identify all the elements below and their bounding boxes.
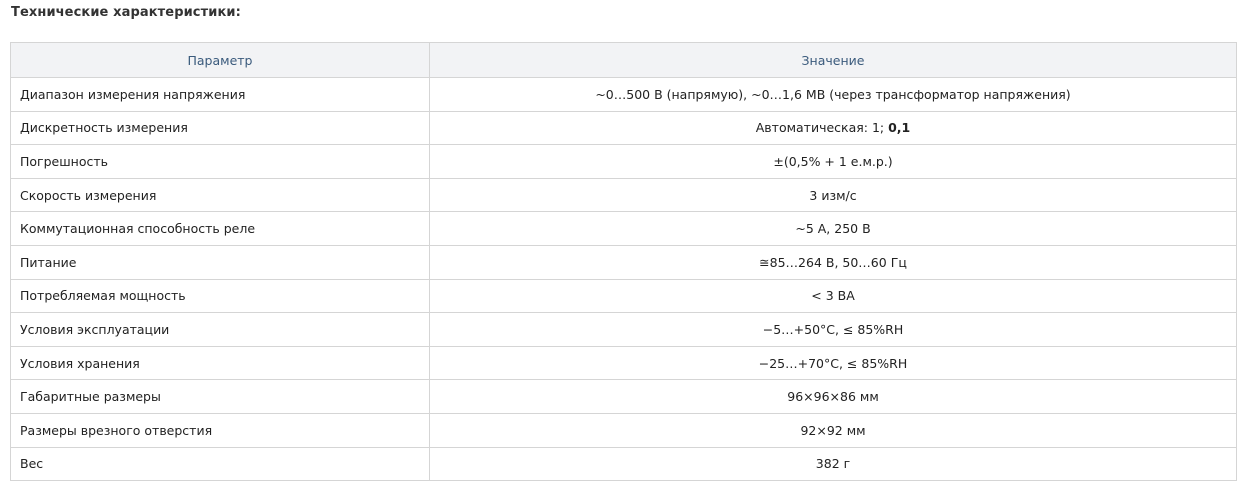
param-cell: Размеры врезного отверстия: [10, 412, 430, 448]
table-row: Погрешность ±(0,5% + 1 е.м.р.): [10, 144, 1237, 179]
param-cell: Вес: [10, 446, 430, 482]
value-cell: Автоматическая: 1; 0,1: [429, 110, 1237, 146]
value-cell: 382 г: [429, 446, 1237, 482]
param-cell: Скорость измерения: [10, 177, 430, 213]
value-cell: 96×96×86 мм: [429, 379, 1237, 414]
param-cell: Диапазон измерения напряжения: [10, 77, 430, 112]
table-row: Размеры врезного отверстия 92×92 мм: [10, 412, 1237, 448]
table-row: Коммутационная способность реле ~5 А, 25…: [10, 211, 1237, 246]
value-text: Автоматическая: 1;: [755, 120, 889, 136]
value-bold-text: 0,1: [888, 120, 911, 136]
param-cell: Габаритные размеры: [10, 379, 430, 414]
value-cell: ≅85…264 В, 50…60 Гц: [429, 244, 1237, 280]
value-cell: ~5 А, 250 В: [429, 211, 1237, 246]
section-title: Технические характеристики:: [11, 5, 241, 20]
value-cell: ~0…500 В (напрямую), ~0…1,6 МВ (через тр…: [429, 77, 1237, 112]
table-row: Габаритные размеры 96×96×86 мм: [10, 379, 1237, 414]
param-cell: Питание: [10, 244, 430, 280]
table-row: Скорость измерения 3 изм/с: [10, 177, 1237, 213]
value-cell: ±(0,5% + 1 е.м.р.): [429, 144, 1237, 179]
value-cell: < 3 ВА: [429, 278, 1237, 314]
header-parameter: Параметр: [10, 42, 430, 78]
value-cell: 3 изм/с: [429, 177, 1237, 213]
param-cell: Погрешность: [10, 144, 430, 179]
table-row: Условия эксплуатации −5…+50°C, ≤ 85%RH: [10, 312, 1237, 347]
param-cell: Дискретность измерения: [10, 110, 430, 146]
value-cell: 92×92 мм: [429, 412, 1237, 448]
param-cell: Условия эксплуатации: [10, 312, 430, 347]
param-cell: Потребляемая мощность: [10, 278, 430, 314]
table-row: Дискретность измерения Автоматическая: 1…: [10, 110, 1237, 146]
header-value: Значение: [429, 42, 1237, 78]
table-row: Условия хранения −25…+70°C, ≤ 85%RH: [10, 345, 1237, 381]
specifications-table: Параметр Значение Диапазон измерения нап…: [10, 42, 1237, 482]
value-cell: −5…+50°C, ≤ 85%RH: [429, 312, 1237, 347]
param-cell: Условия хранения: [10, 345, 430, 381]
param-cell: Коммутационная способность реле: [10, 211, 430, 246]
table-header-row: Параметр Значение: [10, 42, 1237, 78]
table-row: Диапазон измерения напряжения ~0…500 В (…: [10, 77, 1237, 112]
table-row: Вес 382 г: [10, 446, 1237, 482]
table-row: Питание ≅85…264 В, 50…60 Гц: [10, 244, 1237, 280]
table-row: Потребляемая мощность < 3 ВА: [10, 278, 1237, 314]
value-cell: −25…+70°C, ≤ 85%RH: [429, 345, 1237, 381]
